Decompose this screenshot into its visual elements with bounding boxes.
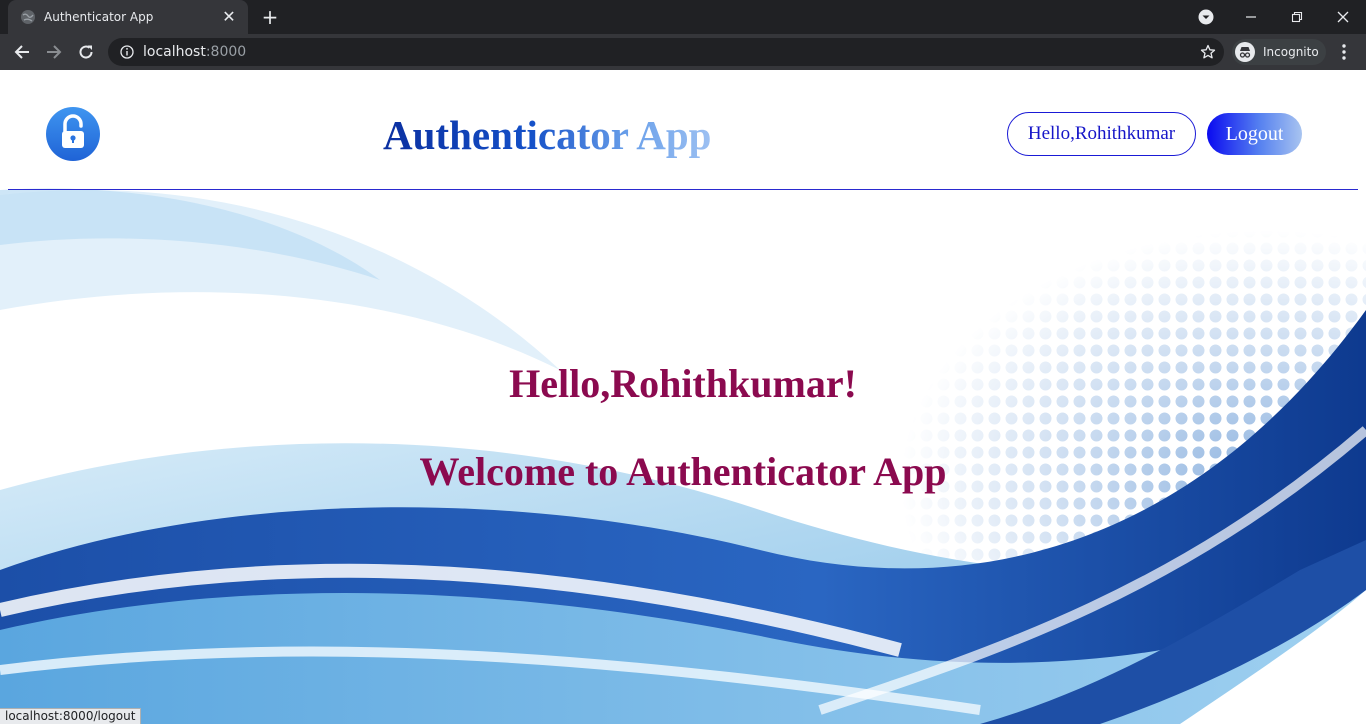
incognito-indicator[interactable]: Incognito <box>1232 39 1326 65</box>
browser-toolbar: localhost:8000 Incognito <box>0 34 1366 70</box>
globe-icon <box>21 10 35 24</box>
browser-tab[interactable]: Authenticator App ✕ <box>8 0 248 34</box>
browser-tab-strip: Authenticator App ✕ + <box>0 0 1366 34</box>
open-padlock-icon[interactable] <box>45 106 101 162</box>
info-icon[interactable] <box>120 45 134 59</box>
minimize-icon[interactable] <box>1228 0 1274 34</box>
brand-title: Authenticator App <box>383 112 712 158</box>
bookmark-star-icon[interactable] <box>1200 44 1216 60</box>
welcome-heading: Welcome to Authenticator App <box>419 449 947 494</box>
back-arrow-icon[interactable] <box>10 40 34 64</box>
tab-title: Authenticator App <box>44 10 154 24</box>
link-status-bar: localhost:8000/logout <box>0 708 142 724</box>
url-host: localhost <box>143 44 206 60</box>
header-divider <box>8 189 1358 190</box>
incognito-label: Incognito <box>1263 45 1319 59</box>
incognito-icon <box>1235 42 1255 62</box>
page-viewport: Authenticator App Hello,Rohithkumar Logo… <box>0 70 1366 724</box>
site-header: Authenticator App Hello,Rohithkumar Logo… <box>0 70 1366 191</box>
more-menu-icon[interactable] <box>1336 42 1352 62</box>
new-tab-icon[interactable]: + <box>260 7 280 27</box>
forward-arrow-icon[interactable] <box>42 40 66 64</box>
url-port: :8000 <box>205 44 247 60</box>
user-greeting-button[interactable]: Hello,Rohithkumar <box>1007 112 1196 156</box>
tab-search-icon[interactable] <box>1198 9 1214 25</box>
reload-icon[interactable] <box>74 40 98 64</box>
restore-icon[interactable] <box>1274 0 1320 34</box>
address-bar[interactable]: localhost:8000 <box>108 38 1224 66</box>
greeting-heading: Hello,Rohithkumar! <box>509 361 857 406</box>
close-tab-icon[interactable]: ✕ <box>220 9 238 25</box>
close-window-icon[interactable] <box>1320 0 1366 34</box>
logout-button[interactable]: Logout <box>1207 113 1302 155</box>
